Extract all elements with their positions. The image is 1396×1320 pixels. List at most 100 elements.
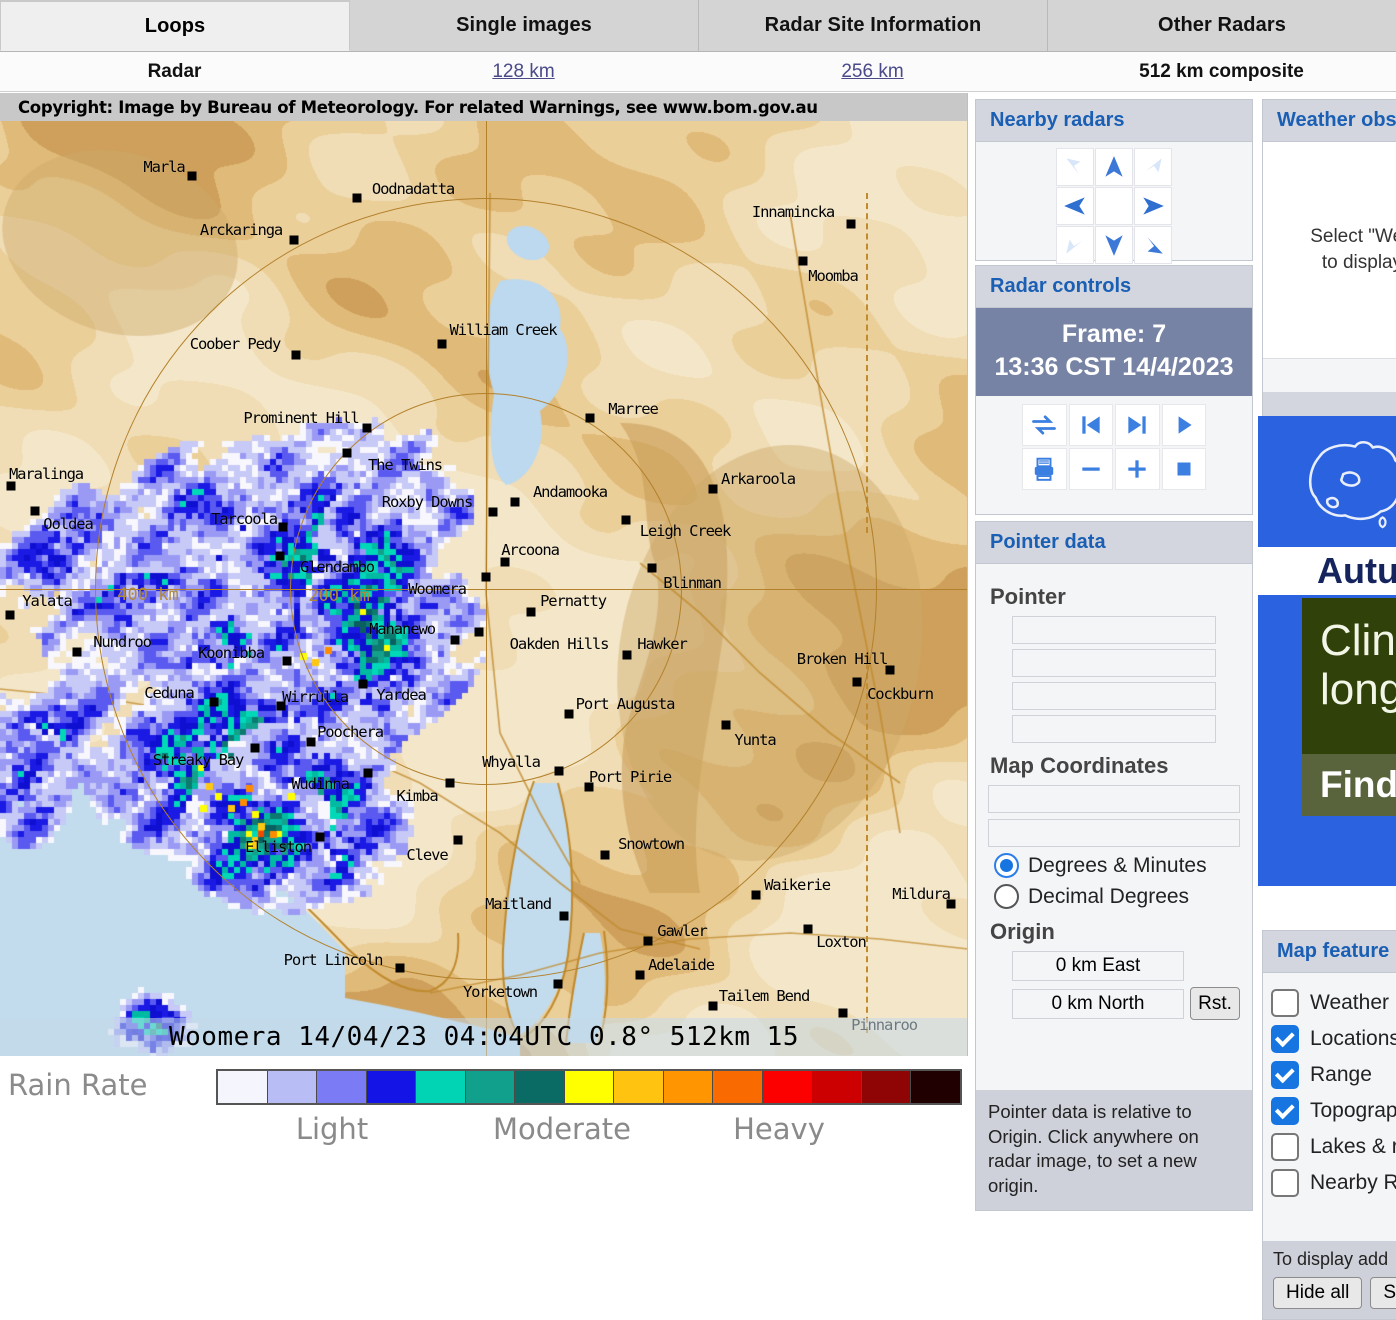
weather-observations-placeholder: Select "Wea to display [1263,142,1396,358]
nearby-radar-northeast[interactable] [1134,148,1172,186]
map-coordinate-field-2[interactable] [988,819,1240,847]
place-label: Glendambo [299,558,375,576]
checkbox-weather [1271,989,1299,1017]
place-marker [564,709,574,719]
radio-decimal-degrees[interactable]: Decimal Degrees [994,884,1240,909]
legend-swatch-14 [911,1071,960,1103]
place-marker [708,484,718,494]
place-label: Yalata [22,592,73,610]
place-label: Hawker [637,635,688,653]
place-label: Mildura [892,885,951,903]
place-marker [751,890,761,900]
feature-toggle-topography[interactable]: Topograp [1271,1097,1396,1125]
pointer-field-2[interactable] [1012,649,1216,677]
play-button[interactable] [1161,404,1206,446]
nearby-radar-southeast[interactable] [1134,226,1172,264]
place-label: Cleve [406,846,448,864]
zoom-in-button[interactable] [1115,448,1160,490]
place-marker [445,778,455,788]
skip-forward-icon [1128,416,1146,434]
place-label: Tailem Bend [718,987,811,1005]
nearby-radar-west[interactable] [1056,187,1094,225]
state-border-lower [866,653,868,1033]
place-marker [30,506,40,516]
place-marker [526,607,536,617]
first-frame-button[interactable] [1068,404,1113,446]
place-marker [358,679,368,689]
place-marker [852,677,862,687]
range-128-link[interactable]: 128 km [492,61,554,83]
feature-toggle-lakes-rivers[interactable]: Lakes & r [1271,1133,1396,1161]
origin-section-label: Origin [990,919,1055,944]
place-marker [6,481,16,491]
tab-single-images[interactable]: Single images [350,0,699,51]
nearby-radar-north[interactable] [1095,148,1133,186]
range-256-link[interactable]: 256 km [841,61,903,83]
place-label: Maralinga [8,465,84,483]
map-coordinate-field-1[interactable] [988,785,1240,813]
frame-time: 13:36 CST 14/4/2023 [994,353,1234,381]
legend-swatch-0 [218,1071,268,1103]
feature-toggle-locations[interactable]: Locations [1271,1025,1396,1053]
radio-degrees-minutes[interactable]: Degrees & Minutes [994,853,1240,878]
print-button[interactable] [1022,448,1067,490]
place-label: Whyalla [482,753,541,771]
place-label: Oakden Hills [509,635,610,653]
legend-swatch-10 [713,1071,763,1103]
pointer-field-4[interactable] [1012,715,1216,743]
place-label: Nundroo [93,633,152,651]
skip-back-icon [1082,416,1100,434]
feature-toggle-weather[interactable]: Weather [1271,989,1396,1017]
tab-other-radars[interactable]: Other Radars [1048,0,1396,51]
promo-headline: Autu [1317,550,1396,591]
place-label: Gawler [657,922,708,940]
nearby-radar-east[interactable] [1134,187,1172,225]
pointer-field-3[interactable] [1012,682,1216,710]
tab-loops[interactable]: Loops [0,0,350,51]
state-border-upper [866,193,868,533]
place-label: Woomera [408,580,467,598]
pointer-data-panel: Pointer data Pointer Map Coordinates Deg… [975,521,1253,1211]
stop-square-icon [1177,462,1191,476]
place-label: Leigh Creek [639,522,732,540]
last-frame-button[interactable] [1115,404,1160,446]
map-features-list: Weather Locations Range Topograp Lakes &… [1263,973,1396,1197]
feature-label-nearby-radars: Nearby R [1310,1171,1396,1194]
radar-image-container[interactable]: 400 km 200 km Marla Oodnadatta Innamincka A… [0,93,968,1056]
radar-timestamp-footer: Woomera 14/04/23 04:04UTC 0.8° 512km 15 [0,1018,967,1056]
place-label: Ooldea [43,515,94,533]
australia-outline-icon [1309,440,1396,529]
place-marker [209,697,219,707]
promo-cta-button[interactable]: Find [1302,754,1396,816]
loop-toggle-button[interactable] [1022,404,1067,446]
radar-page: Loops Single images Radar Site Informati… [0,0,1396,1320]
weather-obs-strip-light [1263,358,1396,392]
place-marker [846,219,856,229]
nearby-radar-southwest[interactable] [1056,226,1094,264]
place-marker [453,835,463,845]
feature-toggle-nearby-radars[interactable]: Nearby R [1271,1169,1396,1197]
place-marker [946,899,956,909]
arrow-southwest-icon [1066,239,1083,254]
nearby-radar-northwest[interactable] [1056,148,1094,186]
feature-toggle-range[interactable]: Range [1271,1061,1396,1089]
place-label: Kimba [396,787,438,805]
origin-east-field[interactable] [1012,951,1184,981]
place-marker [276,701,286,711]
checkbox-range [1271,1061,1299,1089]
show-all-button[interactable]: Sho [1370,1277,1396,1309]
origin-north-field[interactable] [1012,988,1184,1019]
hide-all-button[interactable]: Hide all [1273,1277,1363,1309]
pointer-data-note: Pointer data is relative to Origin. Clic… [976,1090,1252,1210]
pointer-field-1[interactable] [1012,616,1216,644]
promo-message-block: Clin lonɡ [1302,598,1396,754]
nearby-radar-south[interactable] [1095,226,1133,264]
legend-category-light: Light [295,1112,369,1146]
origin-reset-button[interactable]: Rst. [1190,987,1240,1020]
place-marker [437,339,447,349]
tab-radar-site-information[interactable]: Radar Site Information [699,0,1048,51]
place-label: The Twins [367,456,443,474]
promo-banner[interactable]: Autu Clin lonɡ Find [1258,416,1396,886]
zoom-out-button[interactable] [1068,448,1113,490]
stop-button[interactable] [1161,448,1206,490]
